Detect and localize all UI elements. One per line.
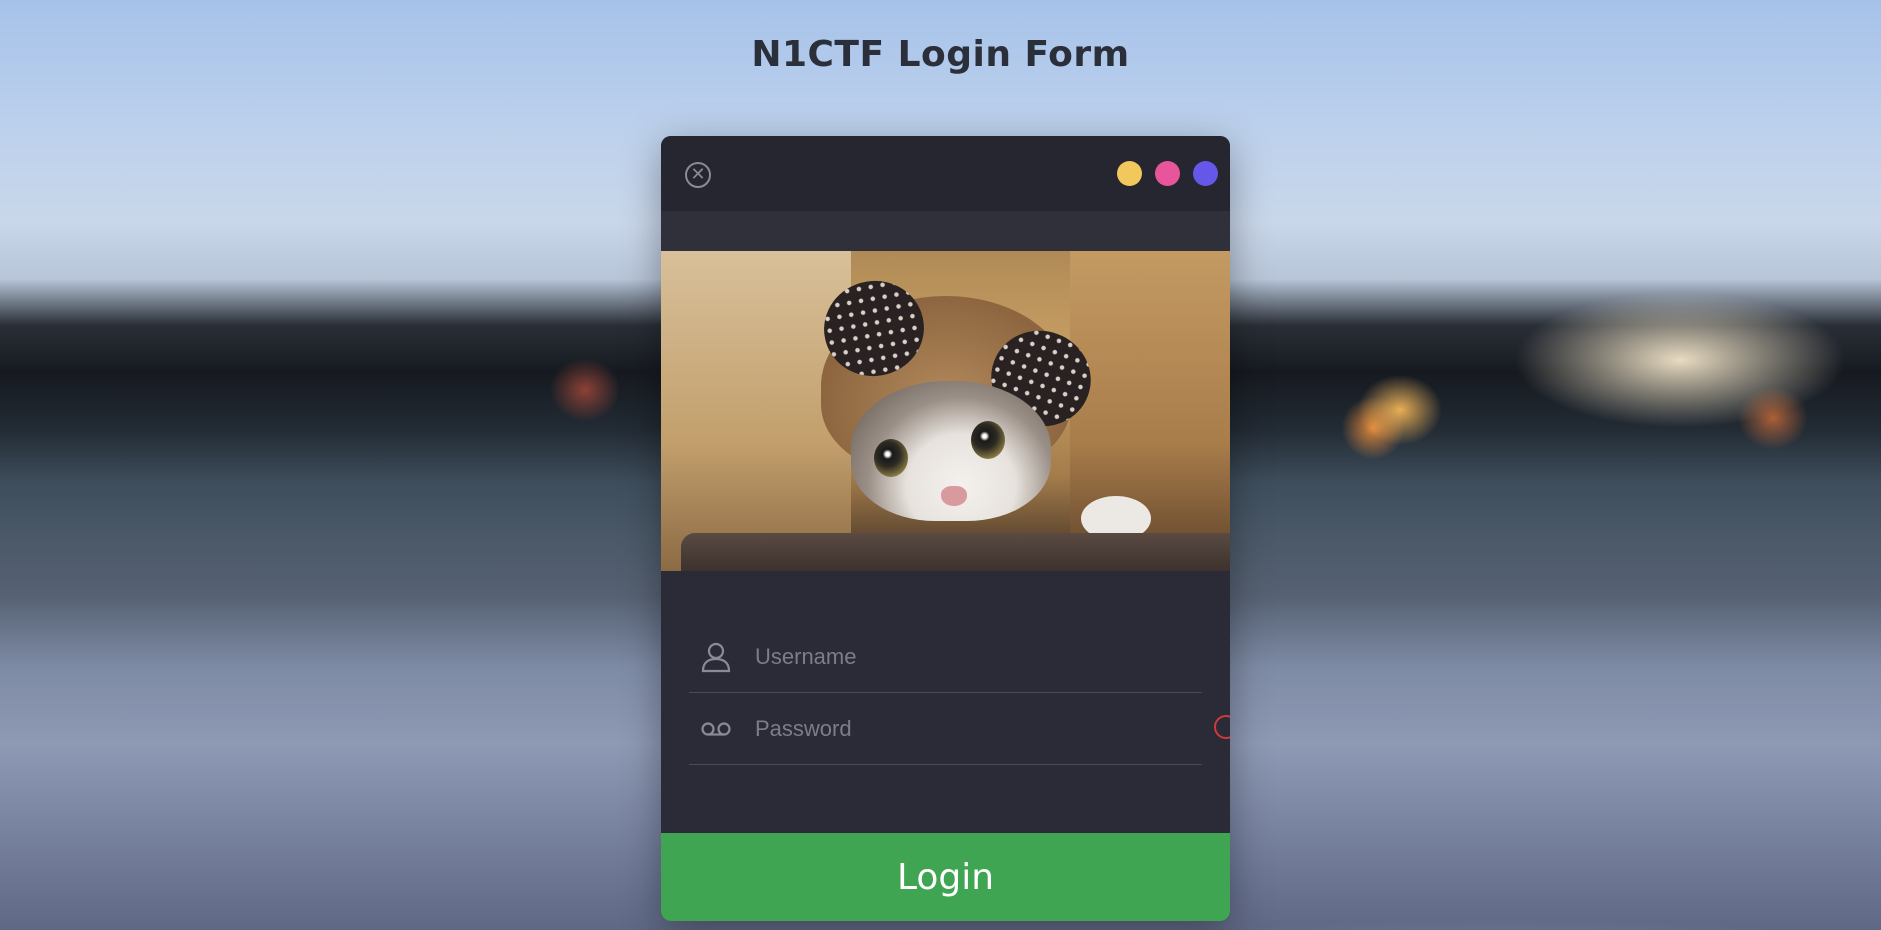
window-dots bbox=[1117, 161, 1218, 186]
voicemail-icon bbox=[701, 714, 731, 744]
card-header: ✕ bbox=[661, 136, 1230, 211]
yellow-dot[interactable] bbox=[1117, 161, 1142, 186]
username-input[interactable] bbox=[755, 643, 1155, 670]
username-field bbox=[689, 621, 1202, 693]
hero-image bbox=[661, 251, 1230, 571]
kitten-eye-left bbox=[874, 439, 908, 477]
login-form bbox=[661, 571, 1230, 765]
header-band bbox=[661, 211, 1230, 251]
kitten-eye-right bbox=[971, 421, 1005, 459]
purple-dot[interactable] bbox=[1193, 161, 1218, 186]
pink-dot[interactable] bbox=[1155, 161, 1180, 186]
table-edge bbox=[681, 533, 1230, 571]
login-card: ✕ Username Login bbox=[661, 136, 1230, 921]
close-icon[interactable]: ✕ bbox=[685, 162, 711, 188]
password-status-indicator bbox=[1214, 715, 1230, 739]
password-input[interactable] bbox=[755, 715, 1155, 742]
login-button[interactable]: Login bbox=[661, 833, 1230, 921]
kitten-nose bbox=[941, 486, 967, 506]
password-field bbox=[689, 693, 1230, 765]
user-icon bbox=[701, 642, 731, 672]
page-title: N1CTF Login Form bbox=[751, 34, 1130, 75]
